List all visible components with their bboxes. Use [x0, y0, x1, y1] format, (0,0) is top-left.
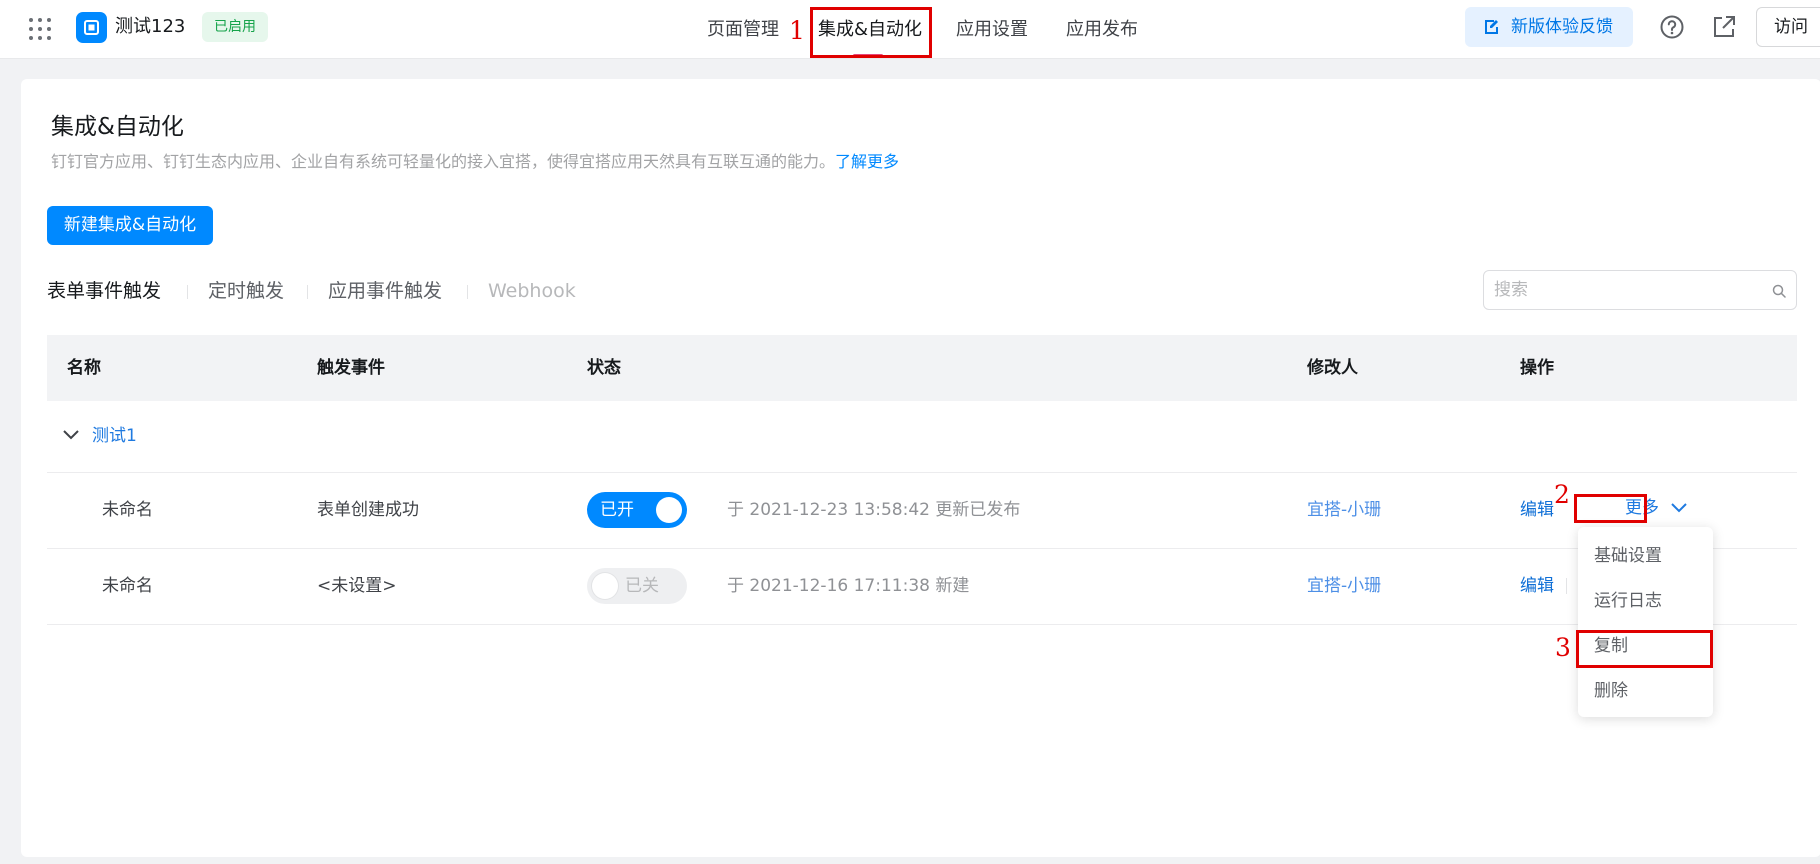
row-status-text: 于 2021-12-16 17:11:38 新建	[727, 576, 970, 596]
column-header-trigger: 触发事件	[317, 358, 385, 378]
subtab-divider	[307, 285, 308, 299]
subtab-webhook[interactable]: Webhook	[488, 278, 576, 304]
tab-app-settings[interactable]: 应用设置	[956, 18, 1028, 42]
search-input[interactable]	[1494, 278, 1754, 302]
annotation-number-1: 1	[789, 16, 805, 45]
subtab-divider	[467, 285, 468, 299]
table-row: 未命名 表单创建成功 已开 于 2021-12-23 13:58:42 更新已发…	[47, 473, 1797, 549]
edit-link[interactable]: 编辑	[1520, 575, 1554, 597]
page-description-text: 钉钉官方应用、钉钉生态内应用、企业自有系统可轻量化的接入宜搭，使得宜搭应用天然具…	[51, 152, 836, 171]
visit-button[interactable]: 访问	[1756, 7, 1820, 47]
menu-item-delete[interactable]: 删除	[1594, 680, 1628, 702]
row-trigger: 表单创建成功	[317, 500, 419, 520]
page-description: 钉钉官方应用、钉钉生态内应用、企业自有系统可轻量化的接入宜搭，使得宜搭应用天然具…	[51, 150, 899, 174]
feedback-button-label: 新版体验反馈	[1511, 17, 1613, 37]
annotation-number-3: 3	[1555, 633, 1571, 662]
external-link-icon[interactable]	[1711, 14, 1737, 40]
chevron-down-icon[interactable]	[62, 429, 80, 441]
edit-feedback-icon	[1485, 20, 1498, 34]
app-name: 测试123	[115, 16, 186, 37]
search-box	[1483, 270, 1797, 310]
status-toggle[interactable]: 已开	[587, 492, 687, 528]
row-modifier-link[interactable]: 宜搭-小珊	[1307, 499, 1381, 521]
help-circle-icon[interactable]	[1659, 14, 1685, 40]
status-toggle[interactable]: 已关	[587, 568, 687, 604]
row-name: 未命名	[102, 576, 153, 596]
column-header-actions: 操作	[1520, 358, 1554, 378]
app-logo-icon	[76, 12, 107, 43]
group-row: 测试1	[47, 401, 1797, 473]
feedback-button[interactable]: 新版体验反馈	[1465, 7, 1633, 47]
table-row: 未命名 <未设置> 已关 于 2021-12-16 17:11:38 新建 宜搭…	[47, 549, 1797, 625]
search-icon[interactable]	[1772, 284, 1786, 298]
tab-page-management[interactable]: 页面管理	[707, 18, 779, 42]
menu-item-run-log[interactable]: 运行日志	[1594, 590, 1662, 612]
column-header-modifier: 修改人	[1307, 358, 1358, 378]
edit-link[interactable]: 编辑	[1520, 499, 1554, 521]
annotation-box-copy	[1576, 630, 1713, 668]
row-trigger: <未设置>	[317, 576, 397, 596]
toggle-knob	[592, 573, 618, 599]
app-grid-icon[interactable]	[29, 18, 51, 40]
tab-app-publish[interactable]: 应用发布	[1066, 18, 1138, 42]
row-modifier-link[interactable]: 宜搭-小珊	[1307, 575, 1381, 597]
annotation-box-more	[1574, 494, 1647, 523]
page-title: 集成&自动化	[51, 114, 184, 140]
subtab-divider	[187, 285, 188, 299]
table-header: 名称 触发事件 状态 修改人 操作	[47, 335, 1797, 401]
column-header-status: 状态	[587, 358, 621, 378]
action-divider	[1566, 578, 1567, 594]
create-integration-button[interactable]: 新建集成&自动化	[47, 206, 213, 245]
subtab-scheduled-trigger[interactable]: 定时触发	[208, 278, 284, 304]
toggle-knob	[656, 497, 682, 523]
row-status-text: 于 2021-12-23 13:58:42 更新已发布	[727, 500, 1021, 520]
annotation-number-2: 2	[1554, 480, 1570, 509]
learn-more-link[interactable]: 了解更多	[835, 152, 899, 171]
toggle-label: 已关	[625, 576, 659, 596]
chevron-down-icon	[1671, 503, 1687, 513]
subtab-form-event-trigger[interactable]: 表单事件触发	[47, 278, 161, 304]
annotation-box-tab	[810, 7, 932, 58]
enabled-status-badge: 已启用	[202, 12, 268, 42]
row-name: 未命名	[102, 500, 153, 520]
more-dropdown-menu: 基础设置 运行日志 复制 删除	[1578, 527, 1713, 717]
toggle-label: 已开	[600, 500, 634, 520]
group-name[interactable]: 测试1	[92, 425, 137, 447]
column-header-name: 名称	[67, 358, 101, 378]
menu-item-basic-settings[interactable]: 基础设置	[1594, 545, 1662, 567]
subtab-app-event-trigger[interactable]: 应用事件触发	[328, 278, 442, 304]
